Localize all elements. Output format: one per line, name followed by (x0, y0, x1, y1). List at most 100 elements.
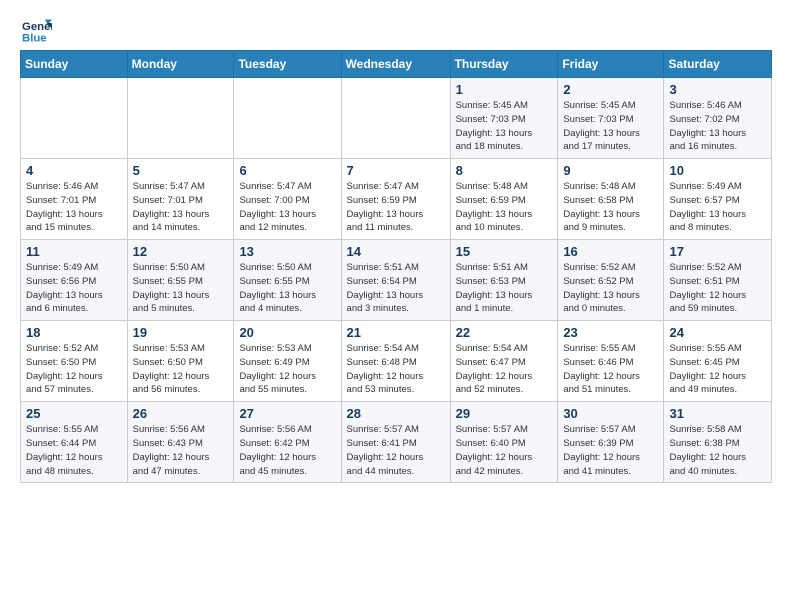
calendar-cell: 26 Sunrise: 5:56 AM Sunset: 6:43 PM Dayli… (127, 402, 234, 483)
calendar-cell: 17Sunrise: 5:52 AM Sunset: 6:51 PM Dayli… (664, 240, 772, 321)
calendar-table: SundayMondayTuesdayWednesdayThursdayFrid… (20, 50, 772, 483)
day-number: 24 (669, 325, 766, 340)
day-number: 21 (347, 325, 445, 340)
day-number: 25 (26, 406, 122, 421)
calendar-cell: 19 Sunrise: 5:53 AM Sunset: 6:50 PM Dayli… (127, 321, 234, 402)
day-detail: Sunrise: 5:54 AM Sunset: 6:48 PM Dayligh… (347, 342, 445, 397)
day-number: 23 (563, 325, 658, 340)
day-number: 8 (456, 163, 553, 178)
calendar-cell: 29 Sunrise: 5:57 AM Sunset: 6:40 PM Dayli… (450, 402, 558, 483)
calendar-cell: 6 Sunrise: 5:47 AM Sunset: 7:00 PM Daylig… (234, 159, 341, 240)
weekday-header-tuesday: Tuesday (234, 51, 341, 78)
calendar-week-1: 1 Sunrise: 5:45 AM Sunset: 7:03 PM Daylig… (21, 78, 772, 159)
calendar-cell: 22 Sunrise: 5:54 AM Sunset: 6:47 PM Dayli… (450, 321, 558, 402)
day-number: 19 (133, 325, 229, 340)
calendar-cell (21, 78, 128, 159)
calendar-cell: 30 Sunrise: 5:57 AM Sunset: 6:39 PM Dayli… (558, 402, 664, 483)
day-number: 11 (26, 244, 122, 259)
day-number: 15 (456, 244, 553, 259)
day-number: 5 (133, 163, 229, 178)
calendar-cell: 31 Sunrise: 5:58 AM Sunset: 6:38 PM Dayli… (664, 402, 772, 483)
day-number: 16 (563, 244, 658, 259)
day-detail: Sunrise: 5:45 AM Sunset: 7:03 PM Dayligh… (563, 99, 658, 154)
day-number: 31 (669, 406, 766, 421)
day-detail: Sunrise: 5:46 AM Sunset: 7:02 PM Dayligh… (669, 99, 766, 154)
day-detail: Sunrise: 5:57 AM Sunset: 6:40 PM Dayligh… (456, 423, 553, 478)
day-number: 22 (456, 325, 553, 340)
day-detail: Sunrise: 5:47 AM Sunset: 7:01 PM Dayligh… (133, 180, 229, 235)
day-detail: Sunrise: 5:45 AM Sunset: 7:03 PM Dayligh… (456, 99, 553, 154)
day-detail: Sunrise: 5:49 AM Sunset: 6:57 PM Dayligh… (669, 180, 766, 235)
day-number: 27 (239, 406, 335, 421)
calendar-cell: 7Sunrise: 5:47 AM Sunset: 6:59 PM Daylig… (341, 159, 450, 240)
day-detail: Sunrise: 5:56 AM Sunset: 6:43 PM Dayligh… (133, 423, 229, 478)
calendar-week-5: 25Sunrise: 5:55 AM Sunset: 6:44 PM Dayli… (21, 402, 772, 483)
calendar-cell: 8Sunrise: 5:48 AM Sunset: 6:59 PM Daylig… (450, 159, 558, 240)
day-number: 18 (26, 325, 122, 340)
day-number: 9 (563, 163, 658, 178)
calendar-cell (127, 78, 234, 159)
day-detail: Sunrise: 5:52 AM Sunset: 6:52 PM Dayligh… (563, 261, 658, 316)
weekday-header-sunday: Sunday (21, 51, 128, 78)
calendar-cell: 28 Sunrise: 5:57 AM Sunset: 6:41 PM Dayli… (341, 402, 450, 483)
day-number: 30 (563, 406, 658, 421)
weekday-header-row: SundayMondayTuesdayWednesdayThursdayFrid… (21, 51, 772, 78)
logo-icon: General Blue (20, 16, 52, 44)
calendar-week-3: 11 Sunrise: 5:49 AM Sunset: 6:56 PM Dayli… (21, 240, 772, 321)
calendar-cell: 14Sunrise: 5:51 AM Sunset: 6:54 PM Dayli… (341, 240, 450, 321)
calendar-cell: 27 Sunrise: 5:56 AM Sunset: 6:42 PM Dayli… (234, 402, 341, 483)
day-number: 2 (563, 82, 658, 97)
day-detail: Sunrise: 5:46 AM Sunset: 7:01 PM Dayligh… (26, 180, 122, 235)
calendar-cell: 3 Sunrise: 5:46 AM Sunset: 7:02 PM Daylig… (664, 78, 772, 159)
calendar-cell: 23 Sunrise: 5:55 AM Sunset: 6:46 PM Dayli… (558, 321, 664, 402)
day-number: 3 (669, 82, 766, 97)
day-number: 10 (669, 163, 766, 178)
day-number: 6 (239, 163, 335, 178)
day-number: 28 (347, 406, 445, 421)
day-detail: Sunrise: 5:58 AM Sunset: 6:38 PM Dayligh… (669, 423, 766, 478)
calendar-cell: 18 Sunrise: 5:52 AM Sunset: 6:50 PM Dayli… (21, 321, 128, 402)
calendar-cell (341, 78, 450, 159)
day-detail: Sunrise: 5:57 AM Sunset: 6:39 PM Dayligh… (563, 423, 658, 478)
day-detail: Sunrise: 5:47 AM Sunset: 7:00 PM Dayligh… (239, 180, 335, 235)
day-number: 20 (239, 325, 335, 340)
day-detail: Sunrise: 5:47 AM Sunset: 6:59 PM Dayligh… (347, 180, 445, 235)
day-detail: Sunrise: 5:53 AM Sunset: 6:50 PM Dayligh… (133, 342, 229, 397)
calendar-cell: 5 Sunrise: 5:47 AM Sunset: 7:01 PM Daylig… (127, 159, 234, 240)
day-detail: Sunrise: 5:50 AM Sunset: 6:55 PM Dayligh… (133, 261, 229, 316)
day-number: 17 (669, 244, 766, 259)
day-number: 13 (239, 244, 335, 259)
day-number: 12 (133, 244, 229, 259)
weekday-header-saturday: Saturday (664, 51, 772, 78)
svg-text:Blue: Blue (22, 32, 47, 44)
weekday-header-wednesday: Wednesday (341, 51, 450, 78)
weekday-header-thursday: Thursday (450, 51, 558, 78)
day-number: 1 (456, 82, 553, 97)
day-number: 26 (133, 406, 229, 421)
calendar-week-2: 4Sunrise: 5:46 AM Sunset: 7:01 PM Daylig… (21, 159, 772, 240)
day-detail: Sunrise: 5:56 AM Sunset: 6:42 PM Dayligh… (239, 423, 335, 478)
calendar-cell: 24Sunrise: 5:55 AM Sunset: 6:45 PM Dayli… (664, 321, 772, 402)
day-detail: Sunrise: 5:48 AM Sunset: 6:58 PM Dayligh… (563, 180, 658, 235)
calendar-cell: 9 Sunrise: 5:48 AM Sunset: 6:58 PM Daylig… (558, 159, 664, 240)
calendar-week-4: 18 Sunrise: 5:52 AM Sunset: 6:50 PM Dayli… (21, 321, 772, 402)
calendar-cell: 25Sunrise: 5:55 AM Sunset: 6:44 PM Dayli… (21, 402, 128, 483)
day-detail: Sunrise: 5:55 AM Sunset: 6:46 PM Dayligh… (563, 342, 658, 397)
calendar-cell: 21 Sunrise: 5:54 AM Sunset: 6:48 PM Dayli… (341, 321, 450, 402)
day-detail: Sunrise: 5:54 AM Sunset: 6:47 PM Dayligh… (456, 342, 553, 397)
calendar-cell: 15Sunrise: 5:51 AM Sunset: 6:53 PM Dayli… (450, 240, 558, 321)
day-detail: Sunrise: 5:50 AM Sunset: 6:55 PM Dayligh… (239, 261, 335, 316)
weekday-header-friday: Friday (558, 51, 664, 78)
calendar-cell (234, 78, 341, 159)
calendar-cell: 16 Sunrise: 5:52 AM Sunset: 6:52 PM Dayli… (558, 240, 664, 321)
day-detail: Sunrise: 5:52 AM Sunset: 6:50 PM Dayligh… (26, 342, 122, 397)
day-number: 29 (456, 406, 553, 421)
calendar-cell: 12 Sunrise: 5:50 AM Sunset: 6:55 PM Dayli… (127, 240, 234, 321)
day-number: 14 (347, 244, 445, 259)
day-detail: Sunrise: 5:57 AM Sunset: 6:41 PM Dayligh… (347, 423, 445, 478)
calendar-cell: 4Sunrise: 5:46 AM Sunset: 7:01 PM Daylig… (21, 159, 128, 240)
weekday-header-monday: Monday (127, 51, 234, 78)
calendar-cell: 20Sunrise: 5:53 AM Sunset: 6:49 PM Dayli… (234, 321, 341, 402)
day-detail: Sunrise: 5:49 AM Sunset: 6:56 PM Dayligh… (26, 261, 122, 316)
calendar-cell: 2 Sunrise: 5:45 AM Sunset: 7:03 PM Daylig… (558, 78, 664, 159)
